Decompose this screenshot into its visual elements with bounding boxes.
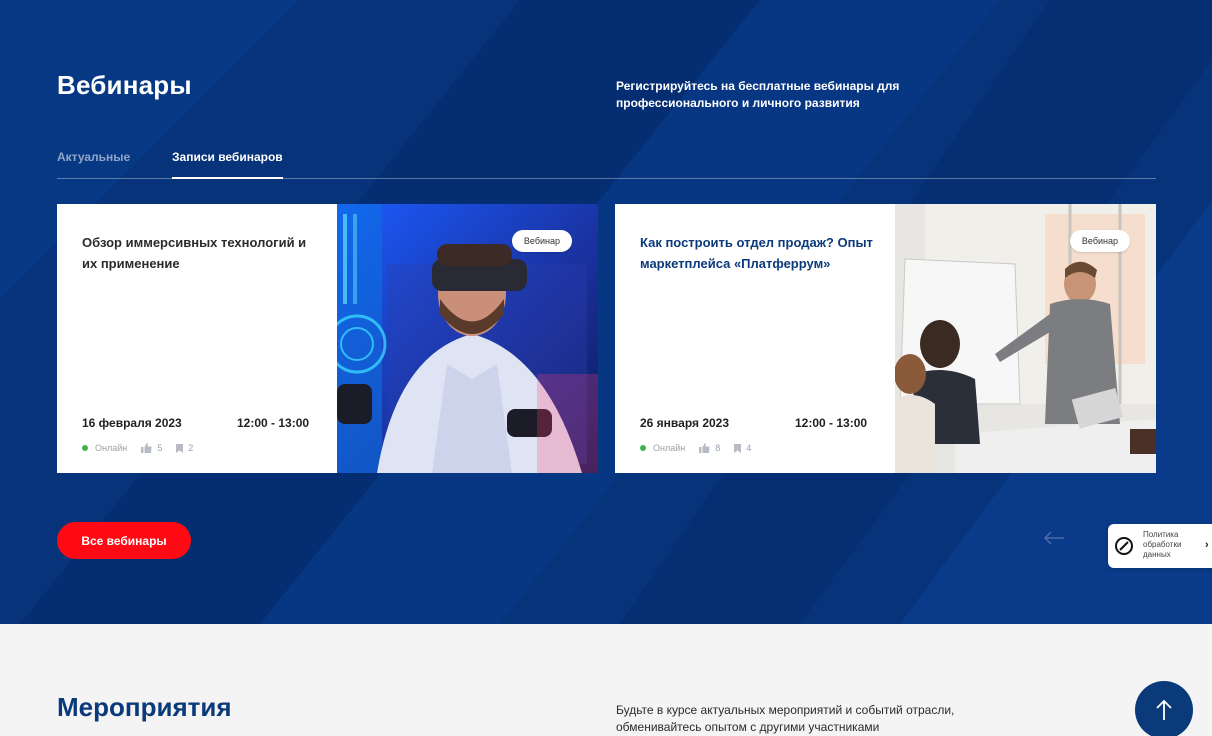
- arrow-up-icon: [1156, 699, 1172, 720]
- card-time: 12:00 - 13:00: [237, 416, 310, 430]
- policy-line-1: Политика: [1143, 530, 1179, 539]
- bookmarks-count: 4: [746, 443, 752, 453]
- thumbs-up-icon: [699, 443, 710, 453]
- arrow-left-icon[interactable]: [1043, 531, 1065, 545]
- card-badge: Вебинар: [1069, 230, 1130, 252]
- card-mode: Онлайн: [95, 443, 128, 453]
- likes-count: 5: [157, 443, 163, 453]
- online-status-dot: [82, 445, 88, 451]
- card-meta: Онлайн 8 4: [640, 443, 751, 453]
- bookmark-icon: [176, 443, 184, 453]
- card-mode: Онлайн: [653, 443, 686, 453]
- bookmarks-count: 2: [188, 443, 194, 453]
- card-badge: Вебинар: [511, 230, 572, 252]
- data-policy-widget[interactable]: Политика обработки данных ›: [1108, 524, 1212, 568]
- likes-stat: 8: [699, 443, 720, 453]
- bookmarks-stat: 2: [176, 443, 193, 453]
- card-image-vr: Вебинар: [337, 204, 598, 473]
- thumbs-up-icon: [141, 443, 152, 453]
- bookmark-icon: [734, 443, 742, 453]
- scroll-to-top-button[interactable]: [1135, 681, 1193, 736]
- tab-recordings[interactable]: Записи вебинаров: [172, 150, 283, 179]
- webinars-section: Вебинары Регистрируйтесь на бесплатные в…: [0, 0, 1212, 624]
- tab-current[interactable]: Актуальные: [57, 150, 130, 179]
- events-title: Мероприятия: [57, 692, 232, 722]
- card-image-meeting: Вебинар: [895, 204, 1156, 473]
- chevron-right-icon[interactable]: ›: [1205, 539, 1209, 551]
- card-text: Как построить отдел продаж? Опыт маркетп…: [615, 204, 895, 473]
- card-title[interactable]: Обзор иммерсивных технологий и их примен…: [82, 232, 322, 274]
- bookmarks-stat: 4: [734, 443, 751, 453]
- all-webinars-button[interactable]: Все вебинары: [57, 522, 191, 559]
- webinar-card[interactable]: Как построить отдел продаж? Опыт маркетп…: [615, 204, 1156, 473]
- card-time: 12:00 - 13:00: [795, 416, 868, 430]
- card-text: Обзор иммерсивных технологий и их примен…: [57, 204, 337, 473]
- card-meta: Онлайн 5 2: [82, 443, 193, 453]
- card-title[interactable]: Как построить отдел продаж? Опыт маркетп…: [640, 232, 880, 274]
- events-subtitle: Будьте в курсе актуальных мероприятий и …: [616, 703, 955, 734]
- tabs-bar: Актуальные Записи вебинаров: [57, 150, 1156, 179]
- policy-line-3: данных: [1143, 550, 1171, 559]
- card-date: 26 января 2023: [640, 416, 730, 430]
- section-title: Вебинары: [57, 70, 192, 100]
- likes-count: 8: [715, 443, 721, 453]
- likes-stat: 5: [141, 443, 162, 453]
- policy-icon: [1115, 537, 1133, 555]
- section-subtitle: Регистрируйтесь на бесплатные вебинары д…: [616, 79, 900, 110]
- policy-line-2: обработки: [1143, 540, 1182, 549]
- card-date: 16 февраля 2023: [82, 416, 182, 430]
- webinar-card[interactable]: Обзор иммерсивных технологий и их примен…: [57, 204, 598, 473]
- online-status-dot: [640, 445, 646, 451]
- policy-text[interactable]: Политика обработки данных: [1143, 530, 1198, 560]
